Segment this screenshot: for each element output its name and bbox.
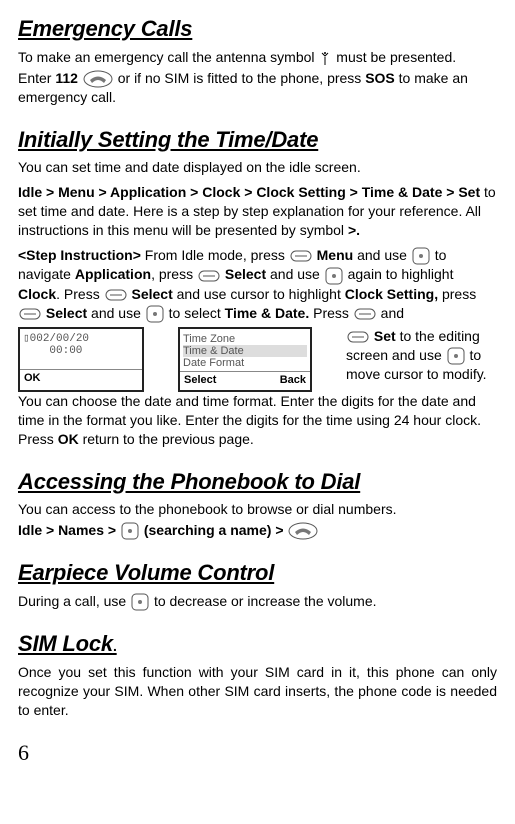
softlabel-back: Back — [280, 373, 306, 388]
navkey-icon — [412, 247, 430, 265]
call-icon — [288, 522, 318, 540]
right-instruction-column: Set to the editing screen and use to mov… — [346, 327, 497, 392]
phone-screenshot-menu: Time Zone Time & DateDate Format SelectB… — [178, 327, 312, 392]
navkey-icon — [447, 347, 465, 365]
phone-screenshot-date-entry: ▯002/00/20 00:00 OK — [18, 327, 144, 392]
para-emergency-2: Enter 112 or if no SIM is fitted to the … — [18, 69, 497, 107]
navkey-icon — [325, 267, 343, 285]
antenna-icon — [319, 51, 331, 65]
softkey-icon — [347, 331, 369, 343]
section-sim-lock: SIM Lock. Once you set this function wit… — [18, 629, 497, 719]
softkey-icon — [19, 308, 41, 320]
navkey-icon — [121, 522, 139, 540]
heading-time: Initially Setting the Time/Date — [18, 125, 497, 155]
screenshot-row: ▯002/00/20 00:00 OK Time Zone Time & Dat… — [18, 327, 497, 392]
softlabel-ok: OK — [24, 371, 41, 386]
section-phonebook: Accessing the Phonebook to Dial You can … — [18, 467, 497, 541]
softkey-icon — [198, 270, 220, 282]
call-icon — [83, 70, 113, 88]
softkey-icon — [354, 308, 376, 320]
para-earpiece: During a call, use to decrease or increa… — [18, 592, 497, 611]
para-phonebook-path: Idle > Names > (searching a name) > — [18, 521, 497, 540]
para-emergency-1: To make an emergency call the antenna sy… — [18, 48, 497, 67]
section-time-date: Initially Setting the Time/Date You can … — [18, 125, 497, 449]
heading-phonebook: Accessing the Phonebook to Dial — [18, 467, 497, 497]
para-phonebook-1: You can access to the phonebook to brows… — [18, 500, 497, 519]
para-time-steps: <Step Instruction> From Idle mode, press… — [18, 246, 497, 323]
softlabel-select: Select — [184, 373, 216, 388]
para-sim: Once you set this function with your SIM… — [18, 663, 497, 720]
navkey-icon — [131, 593, 149, 611]
heading-sim-lock: SIM Lock. — [18, 629, 497, 659]
page-number: 6 — [18, 738, 497, 768]
para-time-tail: You can choose the date and time format.… — [18, 392, 497, 449]
softkey-icon — [290, 250, 312, 262]
softkey-icon — [105, 289, 127, 301]
heading-earpiece: Earpiece Volume Control — [18, 558, 497, 588]
heading-emergency: Emergency Calls — [18, 14, 497, 44]
section-earpiece: Earpiece Volume Control During a call, u… — [18, 558, 497, 611]
navkey-icon — [146, 305, 164, 323]
para-time-1: You can set time and date displayed on t… — [18, 158, 497, 177]
para-time-nav: Idle > Menu > Application > Clock > Cloc… — [18, 183, 497, 240]
section-emergency: Emergency Calls To make an emergency cal… — [18, 14, 497, 107]
